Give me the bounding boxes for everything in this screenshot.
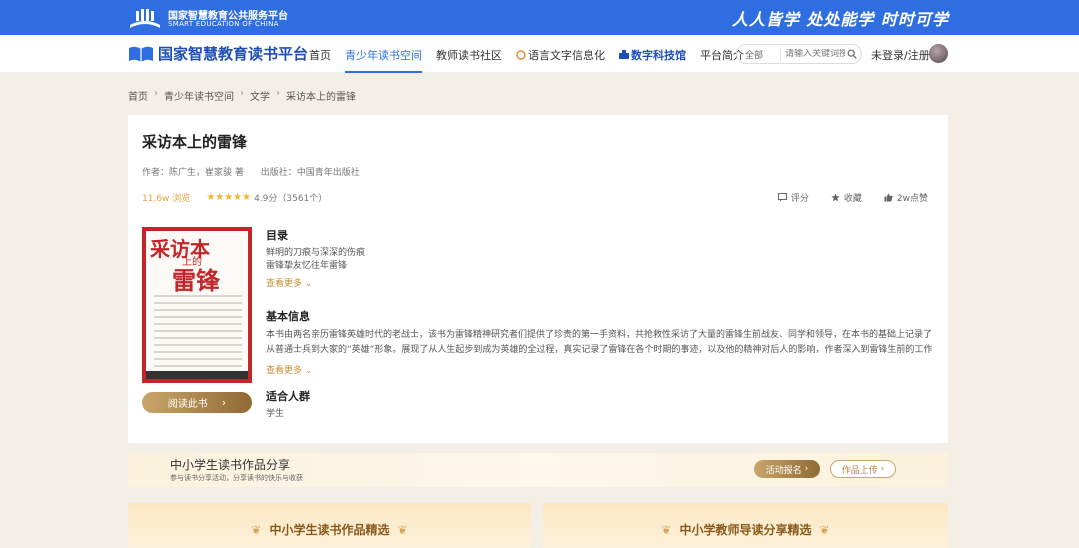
audience-title: 适合人群: [266, 390, 310, 403]
breadcrumb-literature[interactable]: 文学: [250, 88, 270, 103]
slogan: 人人皆学 处处能学 时时可学: [731, 10, 949, 29]
nav-museum-label: 数字科技馆: [631, 49, 686, 62]
top-banner: 国家智慧教育公共服务平台 SMART EDUCATION OF CHINA 人人…: [0, 0, 1079, 35]
info-section: 基本信息 本书由两名亲历雷锋英雄时代的老战士，该书为雷锋精神研究者们提供了珍贵的…: [266, 308, 936, 376]
search-icon[interactable]: [847, 49, 857, 59]
toc-section: 目录 鲜明的刀痕与深深的伤痕 雷锋挚友忆往年雷锋 查看更多 ⌄: [266, 227, 365, 289]
brand-name: 国家智慧教育读书平台: [158, 45, 309, 63]
laurel-left-icon: ❦: [661, 523, 672, 537]
upload-button[interactable]: 作品上传 ›: [830, 460, 896, 478]
avatar[interactable]: [929, 44, 948, 63]
book-meta: 作者：陈广生，崔家骏 著 出版社：中国青年出版社: [142, 165, 374, 178]
upload-label: 作品上传: [841, 465, 878, 476]
book-intro: 本书由两名亲历雷锋英雄时代的老战士，该书为雷锋精神研究者们提供了珍贵的第一手资料…: [266, 330, 933, 355]
book-author: 作者：陈广生，崔家骏 著: [142, 168, 244, 178]
breadcrumb-separator-icon: ›: [154, 88, 158, 99]
cover-text-lines: [154, 295, 242, 372]
book-cover[interactable]: 采访本 上的 雷锋: [142, 227, 252, 383]
chevron-right-icon: ›: [804, 464, 809, 474]
comment-icon: [777, 193, 787, 202]
toc-more-link[interactable]: 查看更多 ⌄: [266, 276, 365, 289]
info-more-label: 查看更多: [266, 366, 303, 376]
book-publisher: 出版社：中国青年出版社: [260, 168, 360, 178]
search-box[interactable]: 全部: [736, 44, 862, 64]
audience-value: 学生: [266, 409, 285, 419]
toc-item[interactable]: 鲜明的刀痕与深深的伤痕: [266, 247, 365, 260]
book-stats: 11.6w 浏览 ★★★★★ 4.9分（3561个）: [142, 191, 327, 204]
laurel-right-icon: ❦: [397, 523, 408, 537]
signup-label: 活动报名: [765, 465, 802, 476]
toc-item[interactable]: 雷锋挚友忆往年雷锋: [266, 260, 365, 273]
audience-section: 适合人群 学生: [266, 388, 310, 421]
cover-footer-band: [146, 371, 248, 379]
breadcrumb-separator-icon: ›: [240, 88, 244, 99]
chevron-right-icon: ›: [880, 464, 885, 474]
laurel-left-icon: ❦: [251, 523, 262, 537]
rate-label: 评分: [790, 194, 809, 204]
open-book-icon: [129, 46, 153, 62]
breadcrumb-youth[interactable]: 青少年读书空间: [164, 88, 234, 103]
rating-score: 4.9分（3561个）: [254, 194, 328, 204]
org-name-en: SMART EDUCATION OF CHINA: [168, 20, 279, 28]
read-book-button[interactable]: 阅读此书 ›: [142, 392, 252, 413]
book-title: 采访本上的雷锋: [142, 133, 248, 151]
teacher-share-title: ❦ 中小学教师导读分享精选 ❦: [543, 521, 948, 538]
chevron-down-icon: ⌄: [304, 366, 313, 376]
rating-stars-icon: ★★★★★: [206, 192, 252, 203]
breadcrumb-separator-icon: ›: [276, 88, 280, 99]
read-book-label: 阅读此书: [167, 399, 208, 410]
chevron-right-icon: ›: [221, 396, 227, 409]
share-banner-subtitle: 参与读书分享活动，分享读书的快乐与收获: [170, 474, 303, 482]
brand-link[interactable]: 国家智慧教育读书平台: [128, 43, 308, 64]
star-icon: [831, 193, 840, 202]
language-icon: [516, 50, 526, 60]
nav-items: 首页 青少年读书空间 教师读书社区 语言文字信息化 数字科技馆 平台简介: [309, 47, 758, 73]
breadcrumb: 首页 › 青少年读书空间 › 文学 › 采访本上的雷锋: [128, 88, 362, 103]
thumbs-up-icon: [884, 193, 893, 202]
info-title: 基本信息: [266, 310, 310, 323]
search-type-select[interactable]: 全部: [737, 47, 781, 61]
collect-button[interactable]: 收藏: [831, 191, 862, 204]
nav-language-label: 语言文字信息化: [528, 49, 605, 62]
student-works-panel: ❦ 中小学生读书作品精选 ❦: [128, 503, 531, 548]
search-input[interactable]: [785, 49, 845, 59]
toc-more-label: 查看更多: [266, 279, 303, 289]
laurel-right-icon: ❦: [819, 523, 830, 537]
breadcrumb-home[interactable]: 首页: [128, 88, 148, 103]
nav-youth-reading[interactable]: 青少年读书空间: [345, 47, 422, 73]
view-count: 11.6w 浏览: [142, 194, 191, 204]
like-label: 2w点赞: [896, 194, 928, 204]
student-works-label: 中小学生读书作品精选: [269, 523, 390, 537]
cover-title-line3: 雷锋: [172, 266, 220, 295]
info-more-link[interactable]: 查看更多 ⌄: [266, 363, 936, 376]
student-works-title: ❦ 中小学生读书作品精选 ❦: [128, 521, 531, 538]
book-actions: 评分 收藏 2w点赞: [756, 191, 928, 204]
main-nav: 国家智慧教育读书平台 首页 青少年读书空间 教师读书社区 语言文字信息化 数字科…: [0, 35, 1079, 73]
museum-icon: [619, 50, 629, 59]
login-link[interactable]: 未登录/注册: [871, 47, 930, 63]
nav-home[interactable]: 首页: [309, 47, 331, 63]
reading-share-banner: 中小学生读书作品分享 参与读书分享活动，分享读书的快乐与收获 活动报名 › 作品…: [128, 453, 948, 487]
collect-label: 收藏: [843, 194, 862, 204]
rate-button[interactable]: 评分: [777, 191, 809, 204]
nav-teacher-community[interactable]: 教师读书社区: [436, 47, 502, 63]
signup-button[interactable]: 活动报名 ›: [754, 460, 820, 478]
share-banner-title: 中小学生读书作品分享: [170, 458, 291, 472]
like-button[interactable]: 2w点赞: [884, 191, 928, 204]
book-cover-art: 采访本 上的 雷锋: [146, 231, 248, 379]
nav-digital-museum[interactable]: 数字科技馆: [619, 47, 686, 63]
platform-logo-icon: [130, 9, 160, 28]
breadcrumb-current: 采访本上的雷锋: [286, 92, 356, 103]
nav-language-info[interactable]: 语言文字信息化: [516, 47, 605, 63]
book-detail-card: 采访本上的雷锋 作者：陈广生，崔家骏 著 出版社：中国青年出版社 11.6w 浏…: [128, 115, 948, 443]
toc-title: 目录: [266, 229, 288, 242]
teacher-share-label: 中小学教师导读分享精选: [679, 523, 812, 537]
chevron-down-icon: ⌄: [304, 279, 313, 289]
teacher-share-panel: ❦ 中小学教师导读分享精选 ❦: [543, 503, 948, 548]
